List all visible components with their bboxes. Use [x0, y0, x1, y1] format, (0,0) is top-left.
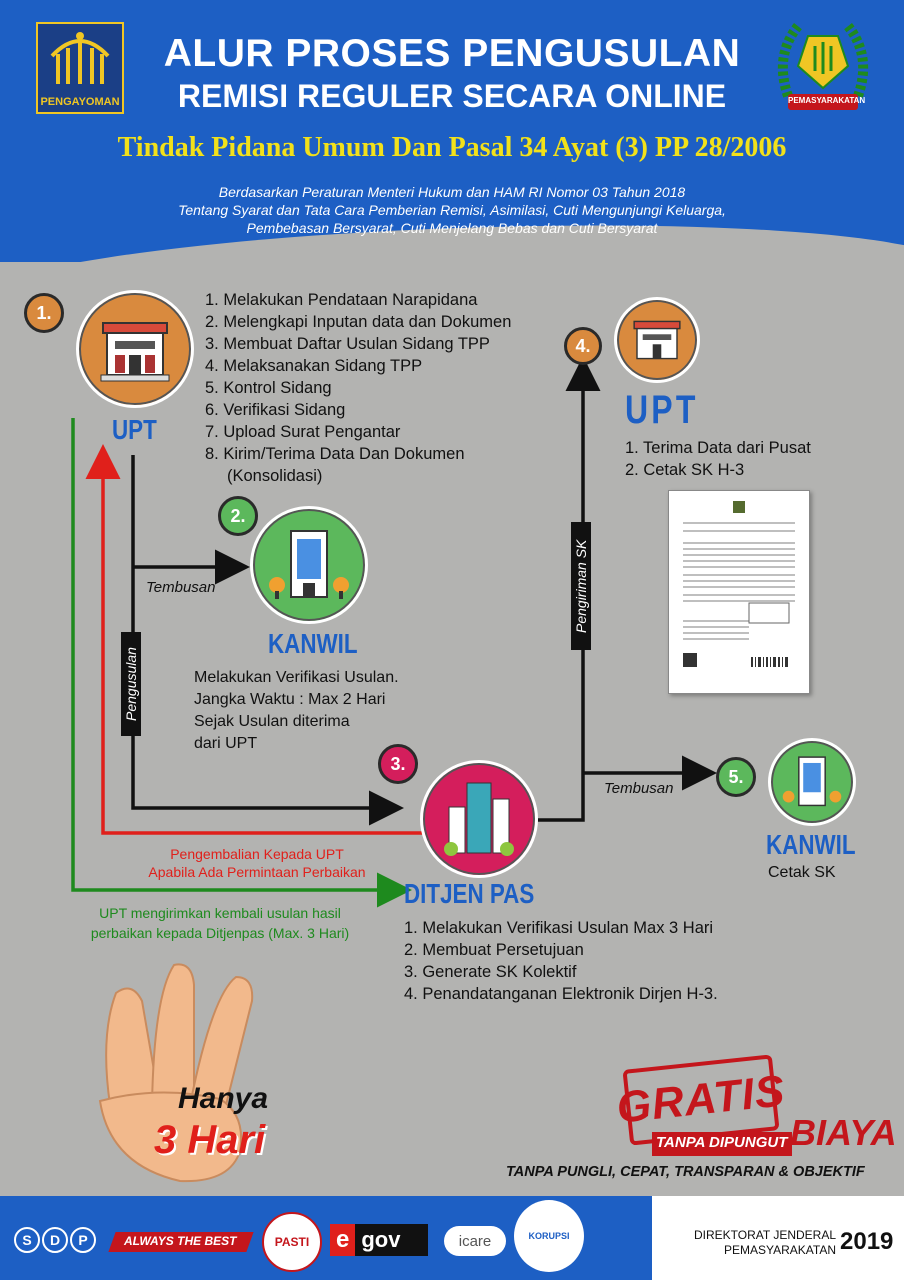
tembusan-label-2: Tembusan — [604, 780, 674, 797]
step2-desc-line: Jangka Waktu : Max 2 Hari — [194, 691, 386, 708]
resend-note-line: perbaikan kepada Ditjenpas (Max. 3 Hari) — [90, 925, 350, 941]
icare-logo: icare — [444, 1226, 506, 1256]
footer-year: 2019 — [840, 1228, 894, 1255]
step1-number: 1. — [36, 302, 52, 323]
step1-task-item: 1. Melakukan Pendataan Narapidana — [205, 291, 478, 309]
step3-task-list: 1. Melakukan Verifikasi Usulan Max 3 Har… — [404, 917, 784, 1005]
step1-task-item: 3. Membuat Daftar Usulan Sidang TPP — [205, 335, 490, 353]
egov-gov: gov — [361, 1227, 401, 1252]
step1-task-item: 8. Kirim/Terima Data Dan Dokumen — [205, 445, 465, 463]
gratis-line1: TANPA DIPUNGUT — [656, 1134, 788, 1151]
hand-caption-line1: Hanya — [178, 1082, 269, 1115]
step4-number: 4. — [575, 335, 591, 356]
step3-task-item: 3. Generate SK Kolektif — [404, 963, 577, 981]
sdp-logo: S D P — [14, 1227, 96, 1253]
return-note-line: Pengembalian Kepada UPT — [170, 846, 344, 862]
step4-task-item: 2. Cetak SK H-3 — [625, 461, 745, 479]
step1-label: UPT — [112, 414, 157, 445]
step3-task-item: 1. Melakukan Verifikasi Usulan Max 3 Har… — [404, 919, 714, 937]
sdp-logo-letter: P — [70, 1227, 96, 1253]
step5-label: KANWIL — [766, 829, 856, 860]
step2-description: Melakukan Verifikasi Usulan. Jangka Wakt… — [194, 667, 474, 755]
step2-desc-line: dari UPT — [194, 735, 258, 752]
gratis-tagline: TANPA PUNGLI, CEPAT, TRANSPARAN & OBJEKT… — [506, 1164, 865, 1180]
upt-building-icon — [76, 290, 194, 408]
resend-note-line: UPT mengirimkan kembali usulan hasil — [99, 905, 341, 921]
step4-task-item: 1. Terima Data dari Pusat — [625, 439, 811, 457]
step1-number-badge: 1. — [24, 293, 64, 333]
footer-org-line: PEMASYARAKATAN — [723, 1243, 836, 1257]
egov-e: e — [330, 1224, 356, 1256]
wbk-text: KORUPSI — [528, 1231, 570, 1241]
egov-logo: e gov — [330, 1224, 428, 1256]
step3-number-badge: 3. — [378, 744, 418, 784]
step1-task-item: (Konsolidasi) — [227, 467, 323, 485]
sdp-logo-letter: D — [42, 1227, 68, 1253]
step5-number-badge: 5. — [716, 757, 756, 797]
kanwil-building-icon — [768, 738, 856, 826]
step2-number: 2. — [230, 505, 246, 526]
sdp-logo-letter: S — [14, 1227, 40, 1253]
sk-document-image — [668, 490, 810, 694]
step5-description: Cetak SK — [768, 864, 836, 881]
always-the-best-text: ALWAYS THE BEST — [124, 1234, 237, 1248]
wbk-logo: KORUPSI — [514, 1200, 584, 1272]
step2-label: KANWIL — [268, 628, 358, 659]
footer-org-name: DIREKTORAT JENDERAL PEMASYARAKATAN — [676, 1228, 836, 1258]
step1-task-item: 5. Kontrol Sidang — [205, 379, 332, 397]
ditjen-building-icon — [420, 760, 538, 878]
step4-number-badge: 4. — [564, 327, 602, 365]
step2-desc-line: Sejak Usulan diterima — [194, 713, 350, 730]
gratis-stamp-text: GRATIS — [614, 1066, 788, 1133]
step4-label: UPT — [625, 388, 699, 432]
pasti-logo: PASTI — [262, 1212, 322, 1272]
upt-building-icon — [614, 297, 700, 383]
return-note-line: Apabila Ada Permintaan Perbaikan — [148, 864, 366, 880]
return-note: Pengembalian Kepada UPT Apabila Ada Perm… — [112, 845, 402, 881]
step3-task-item: 2. Membuat Persetujuan — [404, 941, 584, 959]
pengiriman-sk-label: Pengiriman SK — [571, 522, 591, 650]
step3-number: 3. — [390, 753, 406, 774]
kanwil-building-icon — [250, 506, 368, 624]
gratis-line2: BIAYA — [790, 1112, 897, 1153]
footer-org-line: DIREKTORAT JENDERAL — [693, 1228, 836, 1242]
step1-task-item: 4. Melaksanakan Sidang TPP — [205, 357, 423, 375]
pasti-text: PASTI — [274, 1235, 310, 1249]
step1-task-list: 1. Melakukan Pendataan Narapidana 2. Mel… — [205, 289, 565, 487]
step3-task-item: 4. Penandatanganan Elektronik Dirjen H-3… — [404, 985, 718, 1003]
step2-number-badge: 2. — [218, 496, 258, 536]
step4-task-list: 1. Terima Data dari Pusat 2. Cetak SK H-… — [625, 437, 865, 481]
step1-task-item: 2. Melengkapi Inputan data dan Dokumen — [205, 313, 512, 331]
resend-note: UPT mengirimkan kembali usulan hasil per… — [60, 903, 380, 943]
step5-number: 5. — [728, 766, 744, 787]
step1-task-item: 6. Verifikasi Sidang — [205, 401, 346, 419]
step2-desc-line: Melakukan Verifikasi Usulan. — [194, 669, 399, 686]
tembusan-label-1: Tembusan — [146, 579, 216, 596]
hand-caption-line2: 3 Hari — [154, 1118, 266, 1162]
step1-task-item: 7. Upload Surat Pengantar — [205, 423, 401, 441]
step3-label: DITJEN PAS — [404, 878, 535, 909]
icare-text: icare — [458, 1232, 492, 1250]
pengusulan-label: Pengusulan — [121, 632, 141, 736]
